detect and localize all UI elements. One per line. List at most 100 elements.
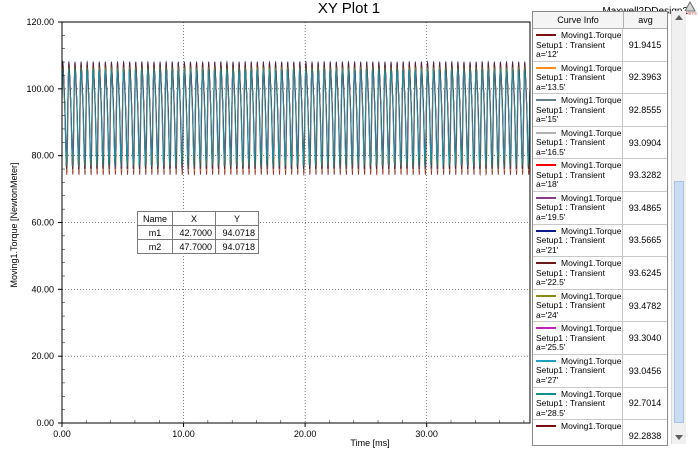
legend-row[interactable]: Moving1.Torque Setup1 : Transient a='27' 93… xyxy=(533,354,667,388)
legend-curve-info: Moving1.Torque Setup1 : Transient a='15' xyxy=(533,94,623,126)
legend-line3: a='12' xyxy=(536,49,559,59)
legend-row[interactable]: Moving1.Torque Setup1 : Transient a='28.5'… xyxy=(533,387,667,421)
legend-row[interactable]: Moving1.Torque Setup1 : Transient a='18' 93… xyxy=(533,159,667,192)
legend-line3: a='24' xyxy=(536,309,559,320)
legend-avg: 92.3963 xyxy=(628,72,662,83)
chart-curves xyxy=(61,60,531,177)
legend-curve-info: Moving1.Torque Setup1 : Transient a='12' xyxy=(533,29,623,61)
legend-line3: a='15' xyxy=(536,114,559,125)
legend-swatch xyxy=(536,294,556,297)
legend-curve-info: Moving1.Torque Setup1 : Transient a='19.5' xyxy=(533,191,623,224)
legend-curve-info: Moving1.Torque Setup1 : Transient a='27' xyxy=(533,354,623,387)
legend-swatch xyxy=(536,425,556,428)
chart-axes: 0.00 20.00 40.00 60.00 80.00 100.00 120.00 0.00… xyxy=(26,17,531,439)
legend-curve-info: Moving1.Torque Setup1 : Transient a='16.5' xyxy=(533,126,623,159)
legend-curve-info: Moving1.Torque Setup1 : Transient a='13.5' xyxy=(533,61,623,94)
legend-header-curve-info[interactable]: Curve Info xyxy=(533,12,624,28)
legend-swatch xyxy=(536,359,556,362)
legend-line3: a='18' xyxy=(536,179,559,190)
legend-swatch xyxy=(536,66,556,69)
legend-swatch xyxy=(536,229,556,232)
scroll-up-icon[interactable] xyxy=(675,15,683,20)
y-tick-label: 100.00 xyxy=(26,84,54,94)
marker-col-name: Name xyxy=(137,211,173,226)
legend-rows: Moving1.Torque Setup1 : Transient a='12' 91… xyxy=(533,29,667,445)
marker-x: 47.7000 xyxy=(172,239,216,254)
legend-avg: 93.4865 xyxy=(628,202,662,213)
x-tick-label: 10.00 xyxy=(172,429,195,439)
marker-name: m1 xyxy=(137,225,173,240)
legend-panel[interactable]: Curve Info avg Moving1.Torque Setup1 : Tr… xyxy=(532,11,668,446)
marker-col-y: Y xyxy=(215,211,259,226)
legend-line3: a='22.5' xyxy=(536,277,566,288)
y-tick-label: 40.00 xyxy=(31,284,54,294)
legend-header-avg[interactable]: avg xyxy=(624,12,667,28)
legend-curve-info: Moving1.Torque Setup1 : Transient a='28.5' xyxy=(533,387,623,420)
legend-avg: 92.2838 xyxy=(628,430,662,441)
legend-line3: a='25.5' xyxy=(536,342,566,353)
legend-line3: a='19.5' xyxy=(536,211,566,222)
marker-table[interactable]: Name X Y m1 42.7000 94.0718 m2 47.7000 9… xyxy=(137,211,259,254)
marker-x: 42.7000 xyxy=(172,225,216,240)
legend-swatch xyxy=(536,164,556,167)
legend-row[interactable]: Moving1.Torque Setup1 : Transient a='16.5'… xyxy=(533,126,667,160)
legend-avg: 92.8555 xyxy=(628,104,662,115)
marker-col-x: X xyxy=(172,211,216,226)
legend-swatch xyxy=(536,262,556,265)
y-tick-label: 80.00 xyxy=(31,151,54,161)
legend-avg: 93.0456 xyxy=(628,365,662,376)
legend-row[interactable]: Moving1.Torque Setup1 : Transient a='21' 93… xyxy=(533,224,667,258)
marker-name: m2 xyxy=(137,239,173,254)
legend-row[interactable]: Moving1.Torque Setup1 : Transient a='24' 93… xyxy=(533,289,667,323)
legend-header: Curve Info avg xyxy=(533,12,667,29)
legend-curve-info: Moving1.Torque Setup1 : Transient a='22.5' xyxy=(533,257,623,289)
legend-line3: a='16.5' xyxy=(536,146,566,157)
legend-scrollbar[interactable] xyxy=(671,11,686,444)
y-axis-label: Moving1.Torque [NewtonMeter] xyxy=(9,162,19,287)
legend-avg: 93.3282 xyxy=(628,170,662,181)
legend-swatch xyxy=(536,327,556,330)
legend-line3: a='21' xyxy=(536,244,559,255)
legend-row[interactable]: Moving1.Torque 92.2838 xyxy=(533,420,667,445)
x-tick-label: 30.00 xyxy=(415,429,438,439)
legend-row[interactable]: Moving1.Torque Setup1 : Transient a='19.5'… xyxy=(533,191,667,225)
scroll-down-icon[interactable] xyxy=(675,435,683,440)
scroll-thumb[interactable] xyxy=(674,181,684,423)
legend-curve-info: Moving1.Torque Setup1 : Transient a='18' xyxy=(533,159,623,191)
legend-swatch xyxy=(536,131,556,134)
y-tick-label: 20.00 xyxy=(31,351,54,361)
marker-row[interactable]: m1 42.7000 94.0718 xyxy=(137,225,259,240)
legend-swatch xyxy=(536,392,556,395)
legend-avg: 93.5665 xyxy=(628,235,662,246)
legend-curve-info: Moving1.Torque Setup1 : Transient a='21' xyxy=(533,224,623,257)
y-tick-label: 0.00 xyxy=(36,418,54,428)
legend-row[interactable]: Moving1.Torque Setup1 : Transient a='22.5'… xyxy=(533,257,667,290)
legend-row[interactable]: Moving1.Torque Setup1 : Transient a='13.5'… xyxy=(533,61,667,95)
legend-curve-info: Moving1.Torque xyxy=(533,420,623,445)
marker-y: 94.0718 xyxy=(215,239,259,254)
legend-line3: a='28.5' xyxy=(536,407,566,418)
chart-grid xyxy=(62,22,530,423)
legend-row[interactable]: Moving1.Torque Setup1 : Transient a='25.5'… xyxy=(533,322,667,355)
legend-line3: a='13.5' xyxy=(536,81,566,92)
x-tick-label: 20.00 xyxy=(294,429,317,439)
y-tick-label: 60.00 xyxy=(31,218,54,228)
legend-swatch xyxy=(536,99,556,102)
legend-avg: 93.3040 xyxy=(628,333,662,344)
legend-swatch xyxy=(536,196,556,199)
legend-row[interactable]: Moving1.Torque Setup1 : Transient a='15' 92… xyxy=(533,94,667,127)
legend-row[interactable]: Moving1.Torque Setup1 : Transient a='12' 91… xyxy=(533,29,667,62)
legend-curve-info: Moving1.Torque Setup1 : Transient a='24' xyxy=(533,289,623,322)
marker-row[interactable]: m2 47.7000 94.0718 xyxy=(137,239,259,254)
legend-avg: 93.0904 xyxy=(628,137,662,148)
legend-avg: 92.7014 xyxy=(628,398,662,409)
legend-avg: 93.4782 xyxy=(628,300,662,311)
y-tick-label: 120.00 xyxy=(26,17,54,27)
marker-y: 94.0718 xyxy=(215,225,259,240)
x-axis-label: Time [ms] xyxy=(350,438,389,448)
legend-line3: a='27' xyxy=(536,374,559,385)
x-tick-label: 0.00 xyxy=(53,429,71,439)
marker-table-header: Name X Y xyxy=(137,211,259,226)
legend-swatch xyxy=(536,34,556,36)
legend-avg: 93.6245 xyxy=(628,267,662,278)
